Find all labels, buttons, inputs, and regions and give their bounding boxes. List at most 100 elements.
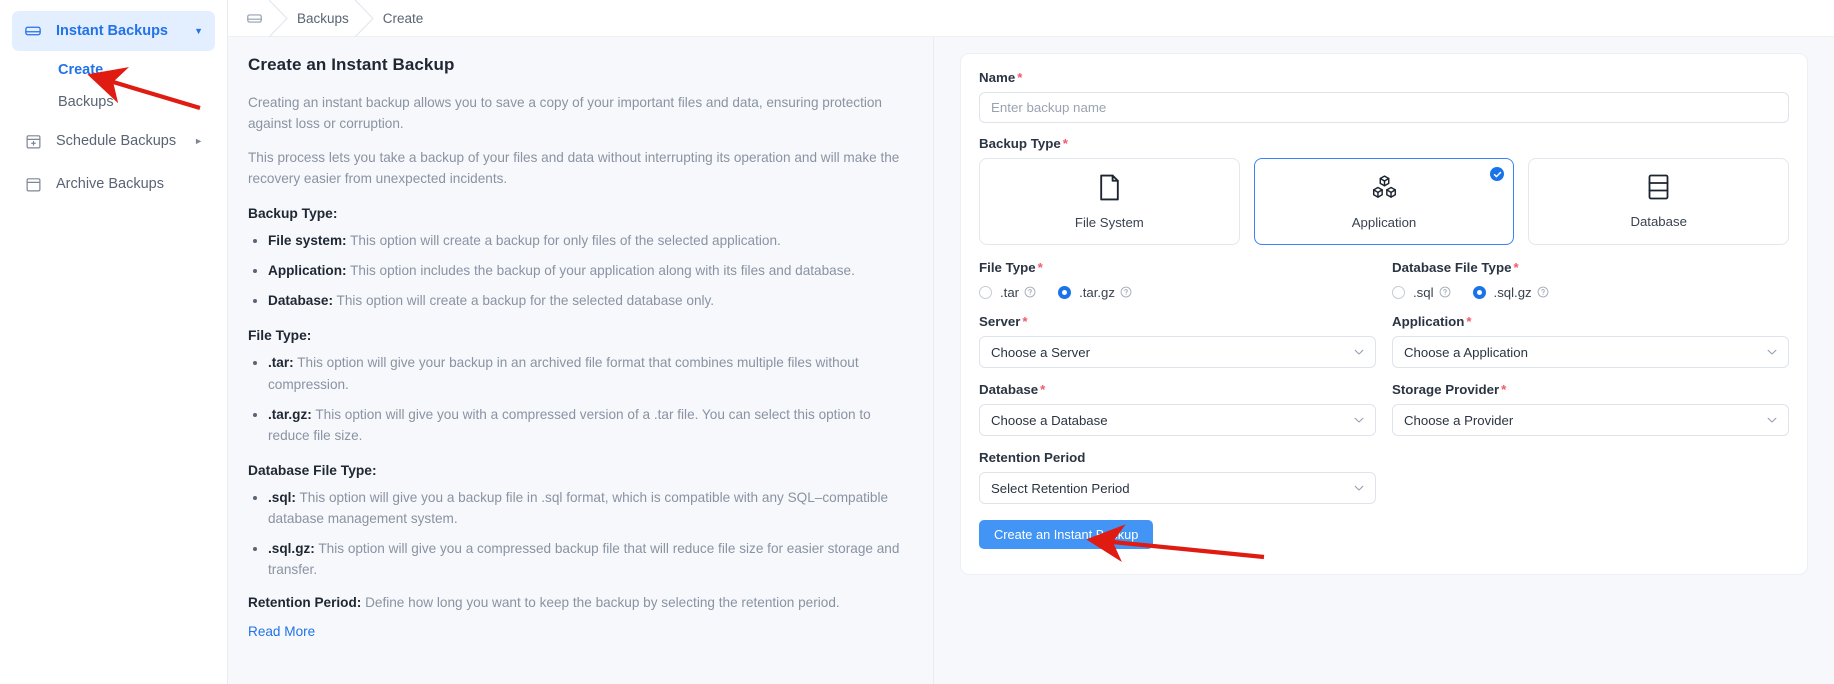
sidebar-item-schedule-backups[interactable]: Schedule Backups ► — [12, 121, 215, 161]
storage-provider-label: Storage Provider * — [1392, 382, 1789, 397]
cubes-stack-icon — [1371, 174, 1398, 201]
file-type-list: .tar: This option will give your backup … — [248, 352, 905, 445]
breadcrumb-home[interactable] — [246, 10, 263, 27]
backup-type-label: Backup Type * — [979, 136, 1789, 151]
file-page-icon — [1097, 174, 1122, 201]
list-item: File system: This option will create a b… — [268, 230, 905, 251]
backup-type-card-label: Database — [1630, 214, 1687, 229]
list-item: .tar: This option will give your backup … — [268, 352, 905, 394]
list-item-term: File system: — [268, 233, 347, 249]
radio-option-tar-gz[interactable]: .tar.gz — [1058, 285, 1132, 300]
name-field-group: Name * — [979, 70, 1789, 123]
required-asterisk: * — [1062, 136, 1068, 151]
list-item-term: .tar: — [268, 355, 294, 371]
radio-option-label: .tar — [1000, 284, 1020, 300]
application-field-group: Application * Choose a Application — [1392, 314, 1789, 368]
backup-type-card-application[interactable]: Application — [1253, 158, 1515, 245]
retention-period-select-value: Select Retention Period — [991, 480, 1130, 496]
intro-paragraph-2: This process lets you take a backup of y… — [248, 150, 900, 187]
list-item-term: Database: — [268, 293, 333, 309]
application-label-text: Application — [1392, 314, 1465, 329]
backup-name-input[interactable] — [979, 92, 1789, 123]
help-circle-icon[interactable] — [1120, 286, 1132, 298]
retention-period-desc: Define how long you want to keep the bac… — [361, 594, 840, 610]
list-item-desc: This option will give you with a compres… — [268, 406, 871, 443]
backup-drive-icon — [246, 10, 263, 27]
retention-period-label-text: Retention Period — [979, 450, 1086, 465]
storage-provider-label-text: Storage Provider — [1392, 382, 1500, 397]
list-item-desc: This option will create a backup for the… — [332, 293, 715, 309]
retention-row: Retention Period Select Retention Period — [979, 450, 1789, 518]
calendar-schedule-icon — [24, 132, 42, 150]
retention-period-select[interactable]: Select Retention Period — [979, 472, 1376, 504]
list-item: Application: This option includes the ba… — [268, 260, 905, 281]
breadcrumb-separator-icon — [349, 0, 383, 37]
retention-period-note: Retention Period: Define how long you wa… — [248, 592, 905, 613]
storage-provider-select[interactable]: Choose a Provider — [1392, 404, 1789, 436]
backup-drive-icon — [24, 22, 42, 40]
server-select[interactable]: Choose a Server — [979, 336, 1376, 368]
backup-type-card-file-system[interactable]: File System — [979, 158, 1240, 245]
database-label: Database * — [979, 382, 1376, 397]
list-item-desc: This option will give you a backup file … — [268, 489, 889, 526]
read-more-link[interactable]: Read More — [248, 624, 315, 639]
chevron-down-icon — [1353, 414, 1365, 426]
radio-option-tar[interactable]: .tar — [979, 285, 1036, 300]
list-item: .sql.gz: This option will give you a com… — [268, 538, 905, 580]
chevron-down-icon — [1766, 346, 1778, 358]
required-asterisk: * — [1022, 314, 1028, 329]
help-circle-icon[interactable] — [1024, 286, 1036, 298]
chevron-down-icon — [1353, 346, 1365, 358]
database-field-group: Database * Choose a Database — [979, 382, 1376, 436]
sidebar: Instant Backups ▼ Create Backups Schedul… — [0, 0, 228, 684]
required-asterisk: * — [1513, 260, 1519, 275]
radio-option-sql[interactable]: .sql — [1392, 285, 1451, 300]
name-label-text: Name — [979, 70, 1016, 85]
sidebar-item-label: Schedule Backups — [56, 133, 177, 149]
chevron-down-icon — [1353, 482, 1365, 494]
database-file-type-label-text: Database File Type — [1392, 260, 1512, 275]
check-circle-icon — [1490, 167, 1505, 181]
breadcrumb-item-create[interactable]: Create — [383, 11, 424, 26]
sidebar-subitem-create[interactable]: Create — [12, 54, 215, 86]
backup-type-card-label: File System — [1074, 214, 1144, 230]
application-label: Application * — [1392, 314, 1789, 329]
radio-option-label: .tar.gz — [1079, 284, 1115, 300]
create-instant-backup-button[interactable]: Create an Instant Backup — [979, 520, 1154, 549]
chevron-down-icon[interactable]: ▼ — [194, 26, 203, 36]
breadcrumb-separator-icon — [263, 0, 297, 37]
sidebar-item-archive-backups[interactable]: Archive Backups — [12, 164, 215, 204]
retention-period-label: Retention Period — [979, 450, 1376, 465]
required-asterisk: * — [1037, 260, 1043, 275]
database-label-text: Database — [979, 382, 1039, 397]
radio-option-sql-gz[interactable]: .sql.gz — [1472, 284, 1549, 300]
database-select[interactable]: Choose a Database — [979, 404, 1376, 436]
sidebar-item-instant-backups[interactable]: Instant Backups ▼ — [12, 11, 215, 51]
breadcrumb-item-backups[interactable]: Backups — [297, 11, 349, 26]
file-type-group: File Type * .tar .tar.gz — [979, 260, 1376, 314]
backup-form-card: Name* Backup Type* — [960, 53, 1808, 575]
backup-type-card-database[interactable]: Database — [1528, 158, 1790, 245]
radio-indicator — [979, 285, 992, 299]
application-select[interactable]: Choose a Application — [1392, 336, 1789, 368]
page-title: Create an Instant Backup — [248, 55, 455, 74]
list-item-term: .sql.gz: — [268, 540, 315, 556]
main-region: Backups Create Create an Instant Backup … — [228, 0, 1834, 684]
required-asterisk: * — [1040, 382, 1046, 397]
database-file-type-radios: .sql .sql.gz — [1392, 282, 1789, 302]
radio-option-label: .sql.gz — [1493, 284, 1532, 300]
help-circle-icon[interactable] — [1537, 286, 1549, 298]
breadcrumb: Backups Create — [228, 0, 1834, 37]
retention-period-field-group: Retention Period Select Retention Period — [979, 450, 1376, 504]
database-rows-icon — [1647, 174, 1670, 200]
list-item-term: .tar.gz: — [268, 406, 312, 422]
file-type-radios: .tar .tar.gz — [979, 282, 1376, 302]
sidebar-subitem-backups[interactable]: Backups — [12, 86, 215, 118]
list-item-term: .sql: — [268, 489, 296, 505]
intro-paragraph-1: Creating an instant backup allows you to… — [248, 95, 882, 132]
database-select-value: Choose a Database — [991, 412, 1108, 428]
help-circle-icon[interactable] — [1439, 286, 1451, 298]
chevron-right-icon[interactable]: ► — [194, 136, 203, 146]
section-heading-database-file-type: Database File Type: — [248, 462, 377, 478]
required-asterisk: * — [1466, 314, 1472, 329]
